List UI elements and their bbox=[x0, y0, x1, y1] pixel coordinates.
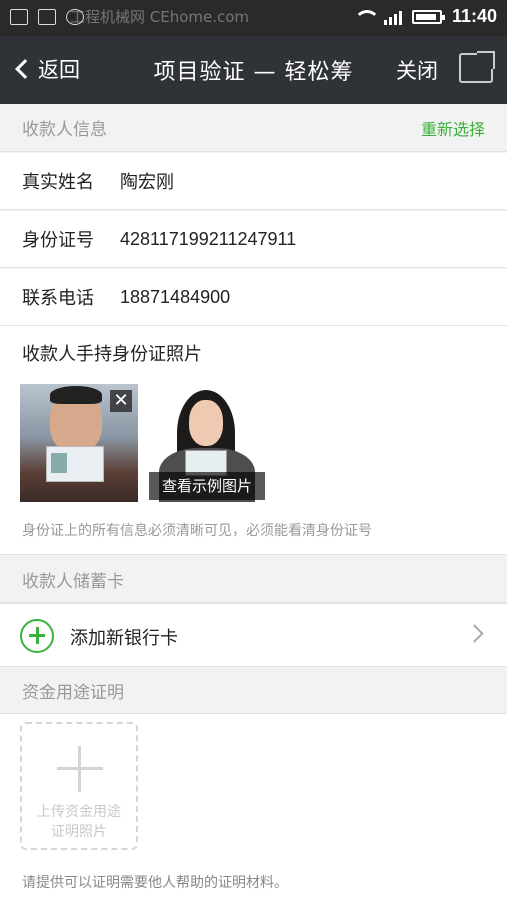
id-number-row: 身份证号 428117199211247911 bbox=[0, 211, 507, 268]
status-right: 11:40 bbox=[353, 6, 497, 27]
message-icon bbox=[38, 9, 56, 25]
uploaded-id-photo[interactable]: ✕ bbox=[20, 384, 138, 502]
example-photo[interactable]: 查看示例图片 bbox=[149, 384, 265, 502]
bank-section-title: 收款人储蓄卡 bbox=[22, 571, 124, 592]
nav-bar: 返回 项目验证 — 轻松筹 关闭 bbox=[0, 36, 507, 104]
upload-proof-line1: 上传资金用途 bbox=[37, 804, 121, 820]
wifi-icon bbox=[353, 9, 380, 24]
signal-icon bbox=[383, 9, 402, 25]
battery-icon bbox=[411, 9, 445, 24]
upload-proof-button[interactable]: 上传资金用途 证明照片 bbox=[20, 722, 138, 850]
status-bar: 工程机械网 CEhome.com 11:40 bbox=[0, 0, 507, 36]
add-circle-icon bbox=[20, 619, 54, 653]
upload-proof-text: 上传资金用途 证明照片 bbox=[22, 802, 136, 842]
plus-icon bbox=[57, 746, 103, 792]
id-photo-note: 身份证上的所有信息必须清晰可见，必须能看清身份证号 bbox=[22, 523, 372, 539]
image-icon bbox=[10, 9, 28, 25]
view-example-button[interactable]: 查看示例图片 bbox=[149, 472, 265, 500]
name-row: 真实姓名 陶宏刚 bbox=[0, 153, 507, 210]
upload-proof-line2: 证明照片 bbox=[51, 824, 107, 840]
fund-section-header: 资金用途证明 bbox=[0, 667, 507, 714]
chevron-right-icon bbox=[465, 624, 484, 643]
bank-section-header: 收款人储蓄卡 bbox=[0, 556, 507, 603]
id-photo-section: 收款人手持身份证照片 ✕ 查看示例图片 身份证上的所有信息必须清晰可见，必须能看… bbox=[0, 326, 507, 555]
payee-section-header: 收款人信息 重新选择 bbox=[0, 104, 507, 152]
fund-proof-section: 上传资金用途 证明照片 请提供可以证明需要他人帮助的证明材料。 bbox=[0, 714, 507, 900]
share-icon[interactable] bbox=[459, 51, 495, 83]
name-label: 真实姓名 bbox=[22, 172, 94, 193]
add-bank-card-label: 添加新银行卡 bbox=[70, 628, 178, 649]
phone-value: 18871484900 bbox=[120, 286, 231, 307]
clock: 11:40 bbox=[451, 6, 497, 26]
watermark: 工程机械网 CEhome.com bbox=[70, 8, 250, 26]
name-value: 陶宏刚 bbox=[120, 172, 174, 193]
fund-section-title: 资金用途证明 bbox=[22, 682, 124, 703]
reselect-button[interactable]: 重新选择 bbox=[421, 116, 485, 140]
fund-proof-note: 请提供可以证明需要他人帮助的证明材料。 bbox=[22, 875, 288, 891]
id-number-label: 身份证号 bbox=[22, 230, 94, 251]
id-photo-title: 收款人手持身份证照片 bbox=[22, 344, 202, 365]
remove-photo-icon[interactable]: ✕ bbox=[110, 390, 132, 412]
phone-label: 联系电话 bbox=[22, 288, 94, 309]
add-bank-card-button[interactable]: 添加新银行卡 bbox=[0, 603, 507, 667]
phone-row: 联系电话 18871484900 bbox=[0, 269, 507, 326]
payee-section-title: 收款人信息 bbox=[22, 120, 107, 140]
close-button[interactable]: 关闭 bbox=[396, 55, 438, 85]
id-number-value: 428117199211247911 bbox=[120, 228, 297, 249]
